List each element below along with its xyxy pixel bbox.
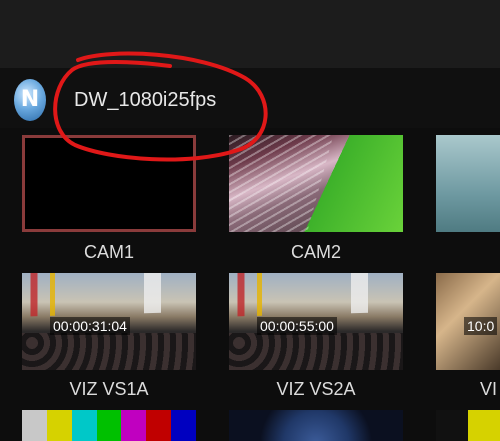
globe-thumbnail <box>229 410 403 441</box>
source-tile-viz-vs1a[interactable]: 00:00:31:04 <box>22 273 196 370</box>
source-label-viz-vs2a: VIZ VS2A <box>276 379 356 399</box>
color-bars-thumbnail <box>22 410 196 441</box>
source-label-viz-vs1a: VIZ VS1A <box>69 379 149 399</box>
source-tile-color-bars[interactable] <box>22 410 196 441</box>
source-tile-color-bars-2[interactable] <box>436 410 500 441</box>
timecode: 00:00:55:00 <box>257 317 337 335</box>
top-bar <box>0 0 500 68</box>
source-tile-viz-vs3a[interactable]: 10:0 <box>436 273 500 370</box>
timecode: 00:00:31:04 <box>50 317 130 335</box>
source-thumbnail <box>229 135 403 232</box>
source-tile-cam3[interactable] <box>436 135 500 232</box>
source-label-cam1: CAM1 <box>83 242 134 262</box>
source-tile-cam2[interactable] <box>229 135 403 232</box>
source-thumbnail <box>22 135 196 232</box>
timecode: 10:0 <box>464 317 498 335</box>
source-tile-globe[interactable] <box>229 410 403 441</box>
source-tile-cam1[interactable] <box>22 135 196 232</box>
source-label-cam2: CAM2 <box>290 242 341 262</box>
source-thumbnail <box>436 135 500 232</box>
color-bars-thumbnail <box>436 410 500 441</box>
newtek-logo-icon[interactable]: N <box>14 79 46 121</box>
source-tile-viz-vs2a[interactable]: 00:00:55:00 <box>229 273 403 370</box>
session-name: DW_1080i25fps <box>74 89 217 111</box>
source-label-viz-vs3a: VI <box>480 379 498 399</box>
